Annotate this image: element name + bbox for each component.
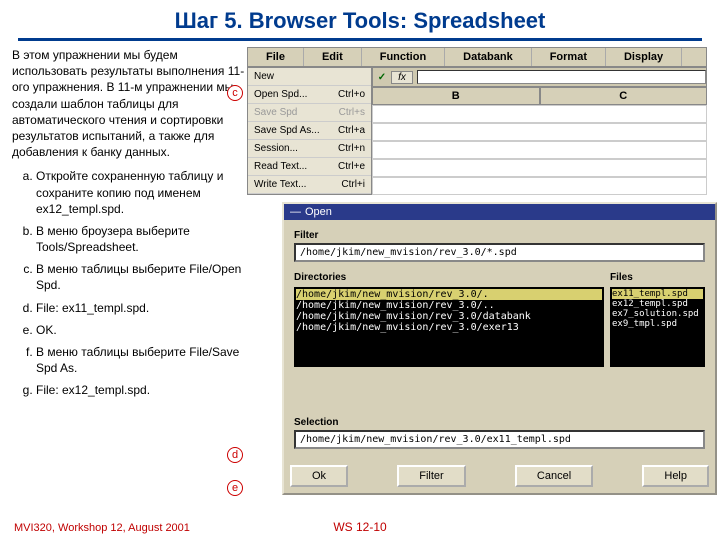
fm-saveas[interactable]: Save Spd As...Ctrl+a xyxy=(248,122,371,140)
file-item[interactable]: ex12_templ.spd xyxy=(612,299,703,309)
ok-button[interactable]: Ok xyxy=(290,465,348,487)
open-dialog: — Open Filter /home/jkim/new_mvision/rev… xyxy=(282,202,717,495)
dir-item[interactable]: /home/jkim/new_mvision/rev_3.0/databank xyxy=(296,311,602,322)
directories-label: Directories xyxy=(294,272,604,283)
fm-save: Save SpdCtrl+s xyxy=(248,104,371,122)
fm-open[interactable]: Open Spd...Ctrl+o xyxy=(248,86,371,104)
file-item[interactable]: ex11_templ.spd xyxy=(612,289,703,299)
dir-item[interactable]: /home/jkim/new_mvision/rev_3.0/.. xyxy=(296,300,602,311)
step-e: OK. xyxy=(36,322,247,338)
menu-file[interactable]: File xyxy=(248,48,304,66)
menu-format[interactable]: Format xyxy=(532,48,606,66)
dash-icon: — xyxy=(290,206,301,218)
menu-databank[interactable]: Databank xyxy=(445,48,532,66)
fx-icon[interactable]: fx xyxy=(391,71,413,84)
files-label: Files xyxy=(610,272,705,283)
help-button[interactable]: Help xyxy=(642,465,709,487)
step-b: В меню броузера выберите Tools/Spreadshe… xyxy=(36,223,247,255)
fm-new[interactable]: New xyxy=(248,68,371,86)
formula-input[interactable] xyxy=(417,70,706,84)
menu-edit[interactable]: Edit xyxy=(304,48,362,66)
slide-title: Шаг 5. Browser Tools: Spreadsheet xyxy=(0,0,720,38)
step-f: В меню таблицы выберите File/Save Spd As… xyxy=(36,344,247,376)
step-d: File: ex11_templ.spd. xyxy=(36,300,247,316)
grid-row[interactable] xyxy=(372,141,707,159)
fm-read[interactable]: Read Text...Ctrl+e xyxy=(248,158,371,176)
check-icon[interactable]: ✓ xyxy=(373,72,391,83)
col-c[interactable]: C xyxy=(540,87,708,105)
directories-list[interactable]: /home/jkim/new_mvision/rev_3.0/. /home/j… xyxy=(294,287,604,367)
grid-row[interactable] xyxy=(372,177,707,195)
grid-row[interactable] xyxy=(372,123,707,141)
instruction-text: В этом упражнении мы будем использовать … xyxy=(12,47,247,405)
grid-row[interactable] xyxy=(372,105,707,123)
formula-bar: ✓ fx xyxy=(372,67,707,87)
filter-label: Filter xyxy=(294,230,705,241)
selection-input[interactable]: /home/jkim/new_mvision/rev_3.0/ex11_temp… xyxy=(294,430,705,449)
callout-d: d xyxy=(227,447,243,463)
fm-session[interactable]: Session...Ctrl+n xyxy=(248,140,371,158)
grid-row[interactable] xyxy=(372,159,707,177)
step-c: В меню таблицы выберите File/Open Spd. xyxy=(36,261,247,293)
step-a: Откройте сохраненную таблицу и сохраните… xyxy=(36,168,247,217)
intro-para: В этом упражнении мы будем использовать … xyxy=(12,47,247,160)
filter-button[interactable]: Filter xyxy=(397,465,465,487)
file-dropdown: New Open Spd...Ctrl+o Save SpdCtrl+s Sav… xyxy=(247,67,372,195)
menubar: File Edit Function Databank Format Displ… xyxy=(247,47,707,67)
filter-input[interactable]: /home/jkim/new_mvision/rev_3.0/*.spd xyxy=(294,243,705,262)
title-rule xyxy=(18,38,702,41)
file-item[interactable]: ex7_solution.spd xyxy=(612,309,703,319)
callout-e: e xyxy=(227,480,243,496)
dir-item[interactable]: /home/jkim/new_mvision/rev_3.0/exer13 xyxy=(296,322,602,333)
callout-c: c xyxy=(227,85,243,101)
file-item[interactable]: ex9_tmpl.spd xyxy=(612,319,703,329)
dir-item[interactable]: /home/jkim/new_mvision/rev_3.0/. xyxy=(296,289,602,300)
selection-label: Selection xyxy=(294,417,705,428)
menu-display[interactable]: Display xyxy=(606,48,682,66)
fm-write[interactable]: Write Text...Ctrl+i xyxy=(248,176,371,194)
column-headers: B C xyxy=(372,87,707,105)
cancel-button[interactable]: Cancel xyxy=(515,465,593,487)
dialog-titlebar: — Open xyxy=(284,204,715,220)
step-g: File: ex12_templ.spd. xyxy=(36,382,247,398)
files-list[interactable]: ex11_templ.spd ex12_templ.spd ex7_soluti… xyxy=(610,287,705,367)
col-b[interactable]: B xyxy=(372,87,540,105)
spreadsheet-window: File Edit Function Databank Format Displ… xyxy=(247,47,707,195)
menu-function[interactable]: Function xyxy=(362,48,445,66)
footer-center: WS 12-10 xyxy=(0,520,720,534)
